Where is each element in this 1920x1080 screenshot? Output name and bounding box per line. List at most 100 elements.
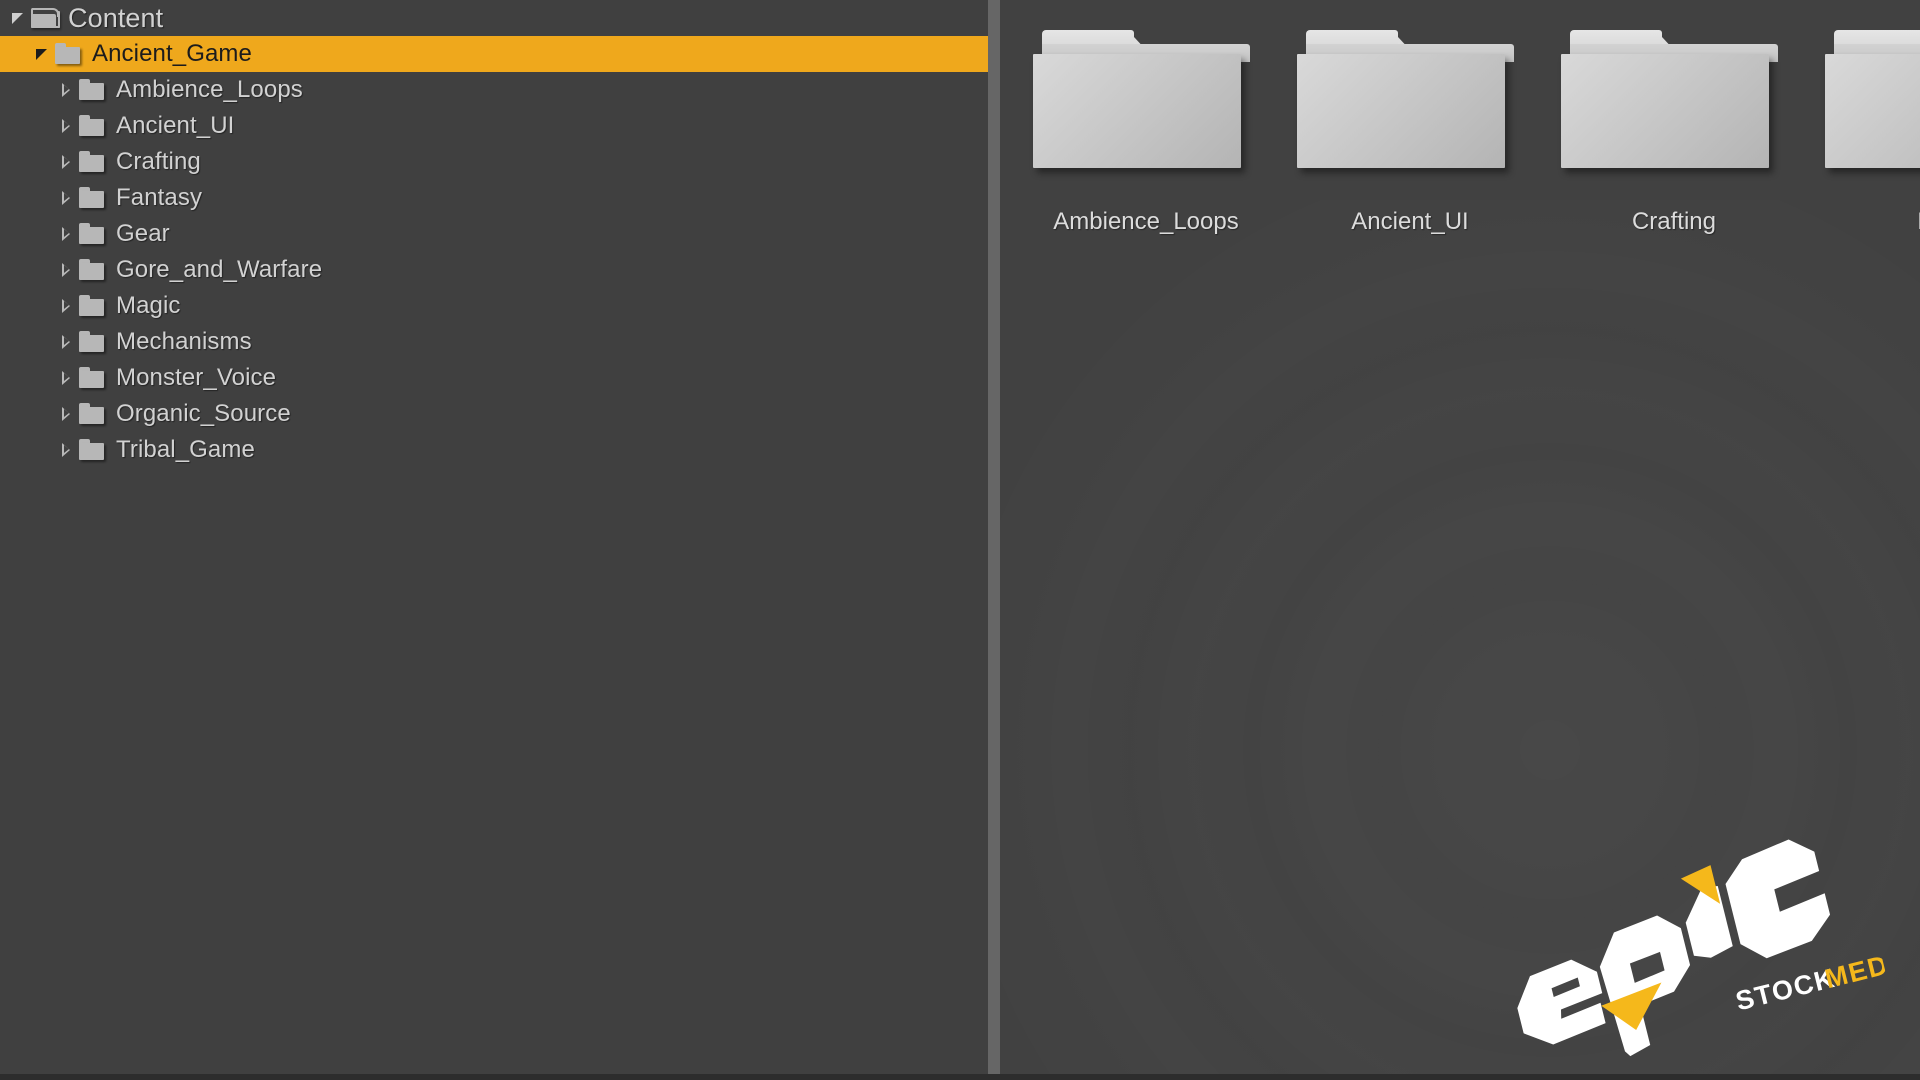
logo-media-text: MEDIA [1822, 942, 1891, 994]
tree-item-label: Magic [116, 292, 181, 319]
folder-body [79, 227, 104, 244]
triangle-down-icon [36, 49, 47, 60]
folder-icon [78, 331, 108, 353]
asset-tile[interactable]: Ambience_Loops [1014, 0, 1278, 236]
expander-expand-toggle[interactable] [56, 288, 78, 324]
asset-tile-label: Ancient_UI [1351, 208, 1469, 235]
folder-icon [78, 187, 108, 209]
expander-expand-toggle[interactable] [56, 108, 78, 144]
tree-item-label: Tribal_Game [116, 436, 255, 463]
folder-icon [78, 367, 108, 389]
tree-row[interactable]: Crafting [0, 144, 988, 180]
tree-row[interactable]: Ambience_Loops [0, 72, 988, 108]
tree-row[interactable]: Gear [0, 216, 988, 252]
triangle-right-icon [62, 119, 70, 133]
tree-row[interactable]: Organic_Source [0, 396, 988, 432]
tree-item-label: Ancient_Game [92, 40, 252, 67]
sources-tree-panel: Content Ancient_Game Ambience_Loops Ancient… [0, 0, 988, 1080]
expander-collapse-toggle[interactable] [8, 0, 30, 36]
expander-expand-toggle[interactable] [56, 432, 78, 468]
triangle-right-icon [62, 263, 70, 277]
folder-body [79, 335, 104, 352]
sources-tree-scroll-area[interactable]: Content Ancient_Game Ambience_Loops Ancient… [0, 0, 988, 1080]
triangle-right-icon [62, 371, 70, 385]
logo-letter-i [1685, 885, 1733, 958]
logo-stock-text: STOCK [1733, 963, 1839, 1017]
folder-body [79, 155, 104, 172]
logo-letter-p [1599, 915, 1691, 1057]
logo-dot-accent-icon [1680, 865, 1721, 904]
folder-icon [78, 223, 108, 245]
logo-letter-c [1725, 839, 1831, 959]
folder-thumbnail-icon [1822, 0, 1920, 172]
asset-view-panel: Ambience_Loops Ancient_UI Crafting Fan STOC… [1000, 0, 1920, 1080]
expander-expand-toggle[interactable] [56, 360, 78, 396]
tree-item-label: Ancient_UI [116, 112, 235, 139]
folder-thumbnail-icon [1558, 0, 1790, 172]
triangle-right-icon [62, 83, 70, 97]
asset-tile[interactable]: Ancient_UI [1278, 0, 1542, 236]
tree-item-label: Crafting [116, 148, 201, 175]
tree-row[interactable]: Gore_and_Warfare [0, 252, 988, 288]
expander-expand-toggle[interactable] [56, 324, 78, 360]
logo-wedge-accent-icon [1601, 982, 1662, 1030]
expander-expand-toggle[interactable] [56, 180, 78, 216]
expander-expand-toggle[interactable] [56, 72, 78, 108]
window-bottom-edge [0, 1074, 1920, 1080]
tree-row[interactable]: Ancient_UI [0, 108, 988, 144]
tree-item-label: Gore_and_Warfare [116, 256, 323, 283]
triangle-right-icon [62, 335, 70, 349]
expander-expand-toggle[interactable] [56, 396, 78, 432]
folder-body [55, 47, 80, 64]
folder-body [79, 263, 104, 280]
expander-expand-toggle[interactable] [56, 144, 78, 180]
tree-item-label: Content [68, 2, 164, 33]
folder-body [79, 371, 104, 388]
folder-icon [78, 151, 108, 173]
triangle-right-icon [62, 227, 70, 241]
tree-item-label: Fantasy [116, 184, 203, 211]
folder-thumb-fbody [1825, 54, 1920, 168]
triangle-right-icon [62, 407, 70, 421]
asset-tile[interactable]: Crafting [1542, 0, 1806, 236]
tree-item-label: Monster_Voice [116, 364, 277, 391]
epic-stock-media-logo: STOCK MEDIA [1477, 811, 1891, 1080]
asset-tile[interactable]: Fan [1806, 0, 1920, 236]
tree-item-label: Gear [116, 220, 170, 247]
folder-thumbnail-icon [1030, 0, 1262, 172]
asset-tile-grid: Ambience_Loops Ancient_UI Crafting Fan [1000, 0, 1920, 236]
content-browser-window: Content Ancient_Game Ambience_Loops Ancient… [0, 0, 1920, 1080]
triangle-down-icon [12, 13, 23, 24]
expander-collapse-toggle[interactable] [32, 36, 54, 72]
folder-icon [78, 259, 108, 281]
asset-tile-label: Ambience_Loops [1053, 208, 1239, 235]
tree-item-label: Organic_Source [116, 400, 291, 427]
tree-row[interactable]: Monster_Voice [0, 360, 988, 396]
folder-body [79, 443, 104, 460]
folder-thumb-fbody [1297, 54, 1505, 168]
tree-row[interactable]: Magic [0, 288, 988, 324]
folder-icon [78, 403, 108, 425]
expander-expand-toggle[interactable] [56, 252, 78, 288]
tree-item-label: Ambience_Loops [116, 76, 303, 103]
tree-item-label: Mechanisms [116, 328, 252, 355]
expander-expand-toggle[interactable] [56, 216, 78, 252]
asset-tile-label: Crafting [1631, 208, 1717, 235]
folder-thumb-fbody [1561, 54, 1769, 168]
tree-row[interactable]: Mechanisms [0, 324, 988, 360]
panel-splitter[interactable] [988, 0, 1000, 1080]
folder-body [79, 299, 104, 316]
triangle-right-icon [62, 443, 70, 457]
triangle-right-icon [62, 191, 70, 205]
tree-row[interactable]: Fantasy [0, 180, 988, 216]
tree-row-root[interactable]: Content [0, 0, 988, 36]
folder-thumbnail-icon [1294, 0, 1526, 172]
folder-body [79, 191, 104, 208]
folder-thumb-fbody [1033, 54, 1241, 168]
folder-front [33, 14, 56, 26]
triangle-right-icon [62, 299, 70, 313]
tree-row[interactable]: Ancient_Game [0, 36, 988, 72]
folder-body [79, 407, 104, 424]
folder-icon [78, 295, 108, 317]
tree-row[interactable]: Tribal_Game [0, 432, 988, 468]
